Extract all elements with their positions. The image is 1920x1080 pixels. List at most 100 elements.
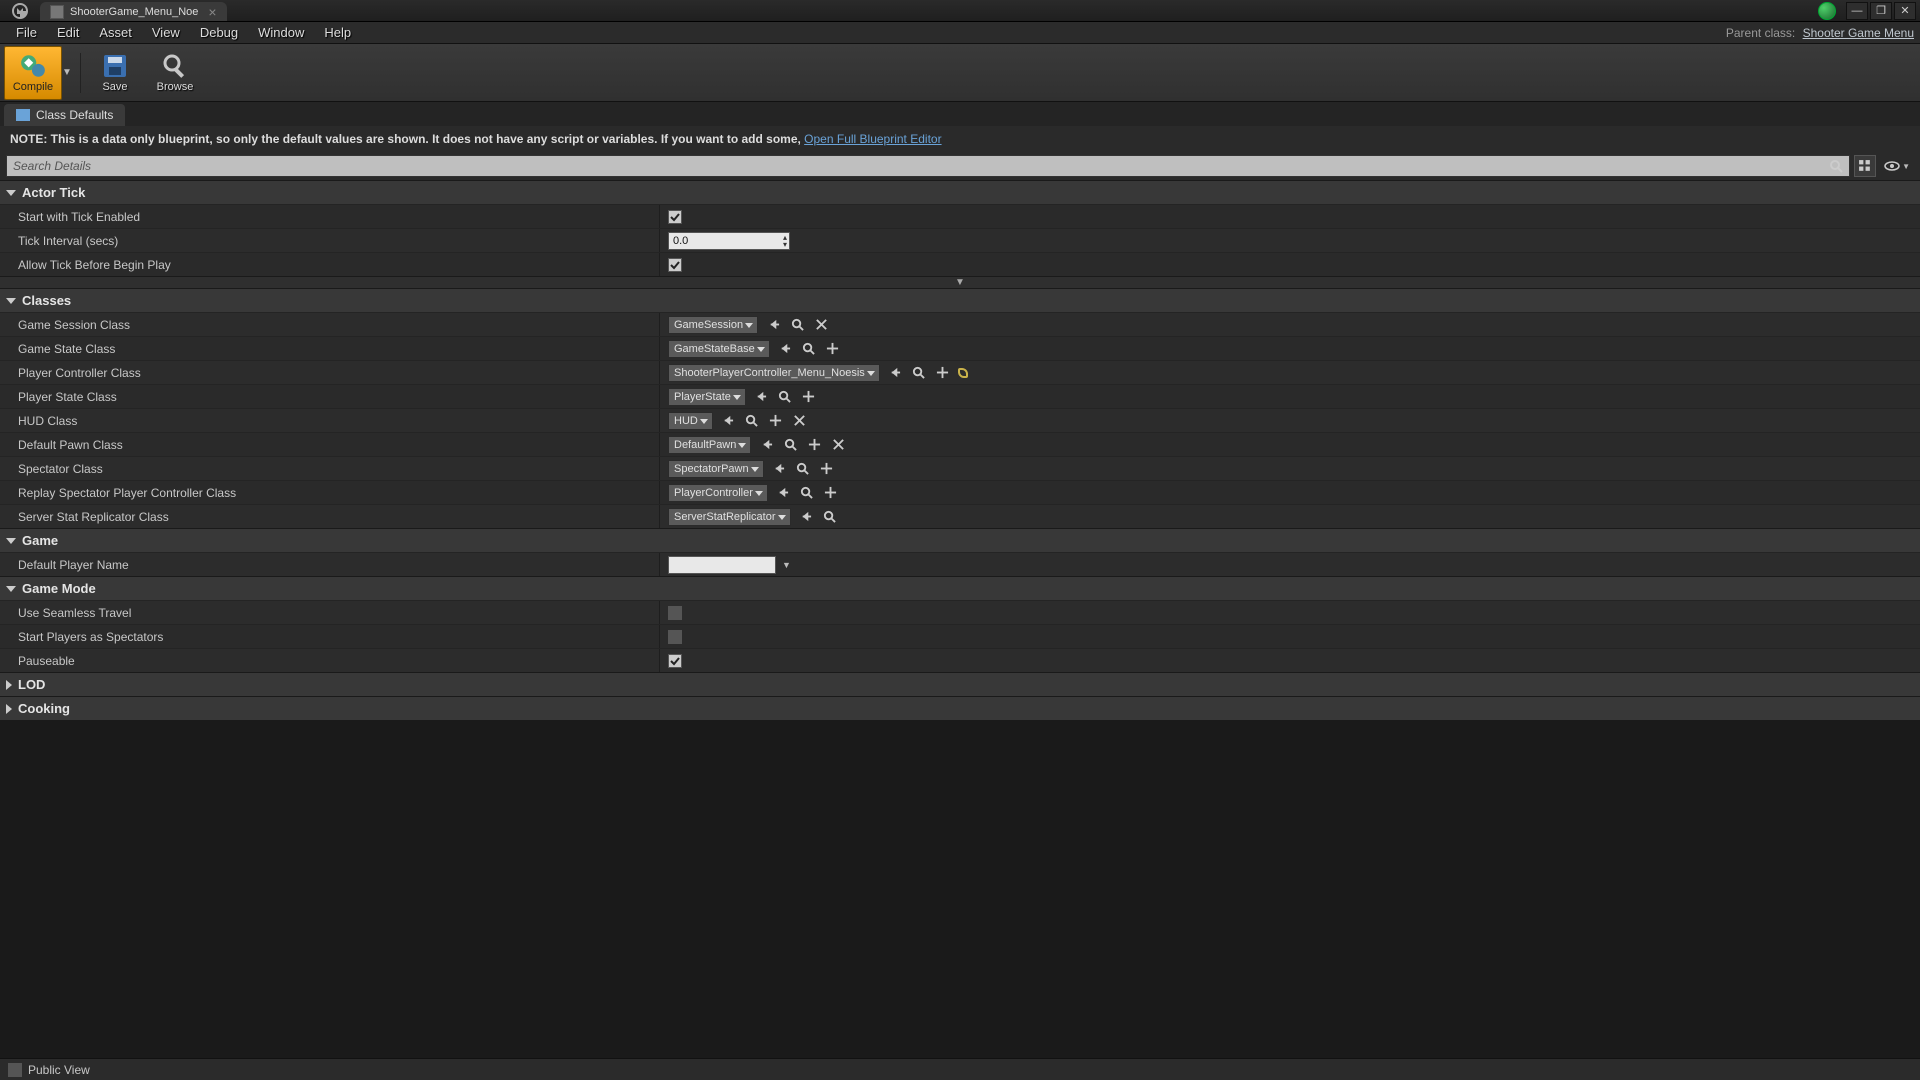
public-view-label: Public View [28,1063,90,1077]
document-tab[interactable]: ShooterGame_Menu_Noe × [40,2,227,21]
compile-dropdown-icon[interactable]: ▼ [62,67,76,78]
back-icon[interactable] [719,412,737,430]
source-control-icon[interactable] [1818,2,1836,20]
add-icon[interactable] [824,340,842,358]
section-game[interactable]: Game [0,528,1920,552]
checkbox-public-view[interactable] [8,1063,22,1077]
add-icon[interactable] [934,364,952,382]
section-classes[interactable]: Classes [0,288,1920,312]
property-matrix-button[interactable] [1854,155,1876,177]
search-icon[interactable] [794,460,812,478]
section-cooking[interactable]: Cooking [0,696,1920,720]
back-icon[interactable] [797,508,815,526]
back-icon[interactable] [752,388,770,406]
search-icon[interactable] [800,340,818,358]
property-label: Spectator Class [0,457,660,480]
search-icon[interactable] [788,316,806,334]
add-icon[interactable] [822,484,840,502]
defaults-icon [16,109,30,121]
back-icon[interactable] [770,460,788,478]
tab-title: ShooterGame_Menu_Noe [70,6,198,18]
row-pauseable: Pauseable [0,648,1920,672]
parent-class-label: Parent class: Shooter Game Menu [1726,26,1914,40]
add-icon[interactable] [767,412,785,430]
revert-icon[interactable] [958,368,968,378]
clear-icon[interactable] [791,412,809,430]
close-button[interactable]: ✕ [1894,2,1916,20]
class-row: HUD Class HUD [0,408,1920,432]
property-label: Default Pawn Class [0,433,660,456]
section-actor-tick[interactable]: Actor Tick [0,180,1920,204]
bottom-bar: Public View [0,1058,1920,1080]
search-icon[interactable] [910,364,928,382]
back-icon[interactable] [774,484,792,502]
add-icon[interactable] [818,460,836,478]
menu-help[interactable]: Help [314,25,361,40]
note-text: NOTE: This is a data only blueprint, so … [10,132,804,146]
search-icon[interactable] [776,388,794,406]
clear-icon[interactable] [812,316,830,334]
row-start-with-tick: Start with Tick Enabled [0,204,1920,228]
class-dropdown[interactable]: HUD [668,412,713,430]
menu-asset[interactable]: Asset [89,25,142,40]
maximize-button[interactable]: ❐ [1870,2,1892,20]
menubar: FileEditAssetViewDebugWindowHelp Parent … [0,22,1920,44]
class-dropdown[interactable]: ServerStatReplicator [668,508,791,526]
checkbox-spectators[interactable] [668,630,682,644]
search-input[interactable]: Search Details [6,155,1850,177]
view-options-button[interactable]: ▼ [1880,160,1914,172]
property-label: HUD Class [0,409,660,432]
back-icon[interactable] [764,316,782,334]
checkbox-start-tick[interactable] [668,210,682,224]
class-dropdown[interactable]: GameSession [668,316,758,334]
add-icon[interactable] [805,436,823,454]
class-dropdown[interactable]: GameStateBase [668,340,770,358]
menu-edit[interactable]: Edit [47,25,89,40]
row-default-player-name: Default Player Name ▼ [0,552,1920,576]
section-expander-icon[interactable]: ▼ [0,276,1920,288]
class-dropdown[interactable]: PlayerController [668,484,768,502]
class-dropdown[interactable]: DefaultPawn [668,436,751,454]
menu-view[interactable]: View [142,25,190,40]
browse-button[interactable]: Browse [145,46,205,100]
tab-class-defaults[interactable]: Class Defaults [4,104,125,126]
checkbox-allow-before[interactable] [668,258,682,272]
add-icon[interactable] [800,388,818,406]
compile-button[interactable]: Compile [4,46,62,100]
default-player-name-input[interactable] [668,556,776,574]
section-lod[interactable]: LOD [0,672,1920,696]
tick-interval-input[interactable]: 0.0▴▾ [668,232,790,250]
class-dropdown[interactable]: ShooterPlayerController_Menu_Noesis [668,364,880,382]
search-icon[interactable] [781,436,799,454]
section-game-mode[interactable]: Game Mode [0,576,1920,600]
search-icon[interactable] [743,412,761,430]
save-button[interactable]: Save [85,46,145,100]
menu-debug[interactable]: Debug [190,25,248,40]
search-icon[interactable] [798,484,816,502]
menu-window[interactable]: Window [248,25,314,40]
property-label: Player Controller Class [0,361,660,384]
menu-file[interactable]: File [6,25,47,40]
details-panel: Actor Tick Start with Tick Enabled Tick … [0,180,1920,720]
checkbox-pauseable[interactable] [668,654,682,668]
property-label: Server Stat Replicator Class [0,505,660,528]
class-row: Replay Spectator Player Controller Class… [0,480,1920,504]
blueprint-icon [50,5,64,19]
back-icon[interactable] [757,436,775,454]
class-row: Game State ClassGameStateBase [0,336,1920,360]
panel-tabbar: Class Defaults [0,102,1920,126]
back-icon[interactable] [776,340,794,358]
open-full-editor-link[interactable]: Open Full Blueprint Editor [804,132,941,146]
checkbox-seamless[interactable] [668,606,682,620]
note-bar: NOTE: This is a data only blueprint, so … [0,126,1920,152]
minimize-button[interactable]: — [1846,2,1868,20]
parent-class-link[interactable]: Shooter Game Menu [1803,26,1914,40]
row-tick-interval: Tick Interval (secs) 0.0▴▾ [0,228,1920,252]
class-dropdown[interactable]: PlayerState [668,388,746,406]
class-dropdown[interactable]: SpectatorPawn [668,460,764,478]
back-icon[interactable] [886,364,904,382]
chevron-down-icon[interactable]: ▼ [782,560,791,570]
tab-close-icon[interactable]: × [208,4,216,20]
clear-icon[interactable] [829,436,847,454]
search-icon[interactable] [821,508,839,526]
